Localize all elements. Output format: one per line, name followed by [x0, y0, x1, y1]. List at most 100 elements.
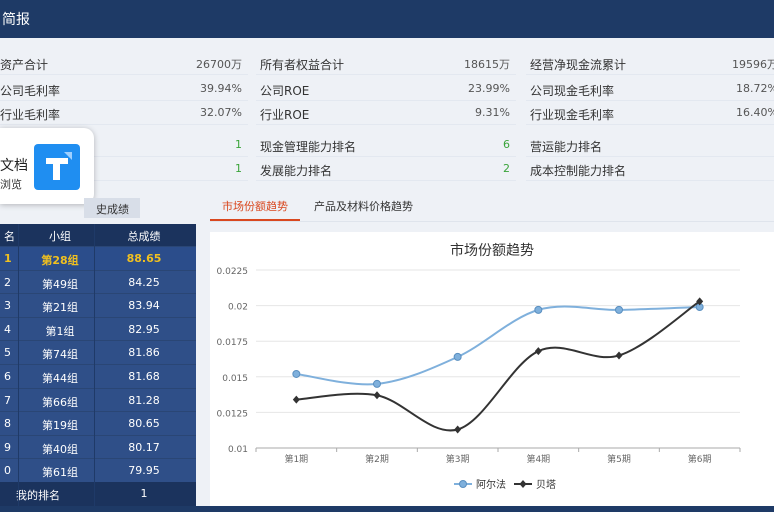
rank-cell: 4: [4, 322, 11, 336]
stat-cell: 现金管理能力排名 6: [256, 134, 516, 157]
rank-cell: 0: [4, 464, 11, 478]
my-rank-value: 1: [140, 487, 148, 500]
stat-value: 23.99%: [468, 82, 510, 95]
ranking-row: 3 第21组 83.94: [0, 293, 196, 317]
tab-label: 史成绩: [96, 203, 129, 216]
group-cell: 第21组: [42, 301, 78, 315]
bottom-bar: [0, 506, 774, 512]
x-tick-label: 第5期: [607, 453, 631, 465]
score-cell: 84.25: [128, 275, 160, 289]
my-rank-row: 我的排名 1: [0, 482, 196, 506]
my-rank-label: 我的排名: [16, 489, 60, 502]
stat-label: 现金管理能力排名: [260, 140, 357, 154]
y-tick-label: 0.0175: [217, 338, 249, 348]
data-point: [373, 391, 381, 400]
x-tick-label: 第6期: [688, 453, 712, 465]
ranking-row: 0 第61组 79.95: [0, 458, 196, 482]
stat-label: 公司ROE: [260, 84, 310, 98]
group-cell: 第74组: [42, 348, 78, 362]
top-header-bar: 简报: [0, 0, 774, 38]
stat-cell: 公司ROE 23.99%: [256, 78, 516, 101]
popup-subtitle: 浏览: [0, 178, 22, 191]
group-cell: 第61组: [42, 466, 78, 480]
legend-label: 阿尔法: [476, 478, 506, 491]
stat-value: 18615万: [464, 58, 510, 71]
x-tick-label: 第1期: [284, 453, 308, 465]
stat-cell: 成本控制能力排名: [526, 158, 774, 181]
data-point: [292, 395, 300, 404]
data-point: [615, 351, 623, 360]
score-cell: 81.68: [128, 370, 160, 383]
column-divider: [18, 224, 19, 506]
tab-market-share[interactable]: 市场份额趋势: [222, 198, 288, 214]
y-tick-label: 0.015: [222, 374, 248, 384]
stat-label: 行业现金毛利率: [530, 108, 615, 122]
y-tick-label: 0.02: [228, 303, 248, 313]
rank-cell: 6: [4, 370, 11, 383]
stat-cell: 所有者权益合计 18615万: [256, 52, 516, 75]
stat-value: 1: [235, 162, 242, 175]
stat-cell: 营运能力排名: [526, 134, 774, 157]
stat-value: 39.94%: [200, 82, 242, 95]
tab-history-scores[interactable]: 史成绩: [84, 198, 140, 218]
ranking-header: 名 小组 总成绩: [0, 224, 196, 246]
stats-row: 1 发展能力排名 2 成本控制能力排名: [0, 158, 774, 181]
ranking-row: 5 第74组 81.86: [0, 340, 196, 364]
group-cell: 第40组: [42, 442, 78, 456]
score-cell: 80.17: [128, 440, 160, 454]
stat-label: 行业ROE: [260, 108, 310, 122]
document-app-icon[interactable]: [34, 144, 80, 190]
group-cell: 第28组: [41, 254, 79, 267]
rank-cell: 8: [4, 417, 11, 431]
group-cell: 第19组: [42, 419, 78, 433]
stats-row: 行业毛利率 32.07% 行业ROE 9.31% 行业现金毛利率 16.40%: [0, 102, 774, 125]
stat-cell: 行业ROE 9.31%: [256, 102, 516, 125]
stat-label: 公司毛利率: [0, 84, 61, 98]
stat-label: 发展能力排名: [260, 164, 333, 178]
stat-value: 2: [503, 162, 510, 175]
stat-label: 公司现金毛利率: [530, 84, 615, 98]
group-cell: 第66组: [42, 395, 78, 409]
score-cell: 80.65: [128, 417, 160, 431]
stat-value: 26700万: [196, 58, 242, 71]
legend-label: 贝塔: [536, 478, 556, 491]
score-cell: 82.95: [128, 322, 160, 336]
score-cell: 88.65: [126, 252, 162, 265]
tab-price-trend[interactable]: 产品及材料价格趋势: [314, 198, 413, 214]
stat-label: 经营净现金流累计: [530, 58, 627, 72]
score-cell: 79.95: [128, 464, 160, 478]
stat-cell: 公司毛利率 39.94%: [0, 78, 248, 101]
ranking-row: 6 第44组 81.68: [0, 364, 196, 388]
header-group: 小组: [49, 230, 71, 243]
ranking-row: 2 第49组 84.25: [0, 269, 196, 294]
chart-title: 市场份额趋势: [450, 242, 534, 259]
header-score: 总成绩: [127, 230, 161, 243]
data-point: [615, 305, 623, 314]
stat-value: 19596万: [732, 58, 774, 71]
active-tab-indicator: [210, 219, 300, 221]
stat-label: 行业毛利率: [0, 108, 61, 122]
rank-cell: 3: [4, 299, 11, 313]
stat-label: 营运能力排名: [530, 140, 603, 154]
stat-value: 18.72%: [736, 82, 774, 95]
stats-row: 公司毛利率 39.94% 公司ROE 23.99% 公司现金毛利率 18.72%: [0, 78, 774, 101]
data-point: [534, 305, 543, 314]
data-point: [534, 347, 542, 356]
page-title: 简报: [2, 12, 30, 28]
series-line: [296, 300, 701, 432]
legend-marker: [519, 480, 527, 488]
ranking-row: 7 第66组 81.28: [0, 387, 196, 412]
stat-cell: 经营净现金流累计 19596万: [526, 52, 774, 75]
x-tick-label: 第3期: [446, 453, 470, 465]
data-point: [373, 379, 381, 388]
data-point: [453, 352, 462, 361]
stat-cell: 公司现金毛利率 18.72%: [526, 78, 774, 101]
ranking-row: 4 第1组 82.95: [0, 316, 196, 341]
stat-label: 所有者权益合计: [260, 58, 345, 72]
column-divider: [94, 224, 95, 506]
stat-label: 资产合计: [0, 58, 49, 72]
data-point: [454, 425, 462, 434]
document-popup[interactable]: 文档 浏览: [0, 128, 94, 204]
stat-label: 成本控制能力排名: [530, 164, 627, 178]
stats-row: 资产合计 26700万 所有者权益合计 18615万 经营净现金流累计 19596万: [0, 52, 774, 75]
